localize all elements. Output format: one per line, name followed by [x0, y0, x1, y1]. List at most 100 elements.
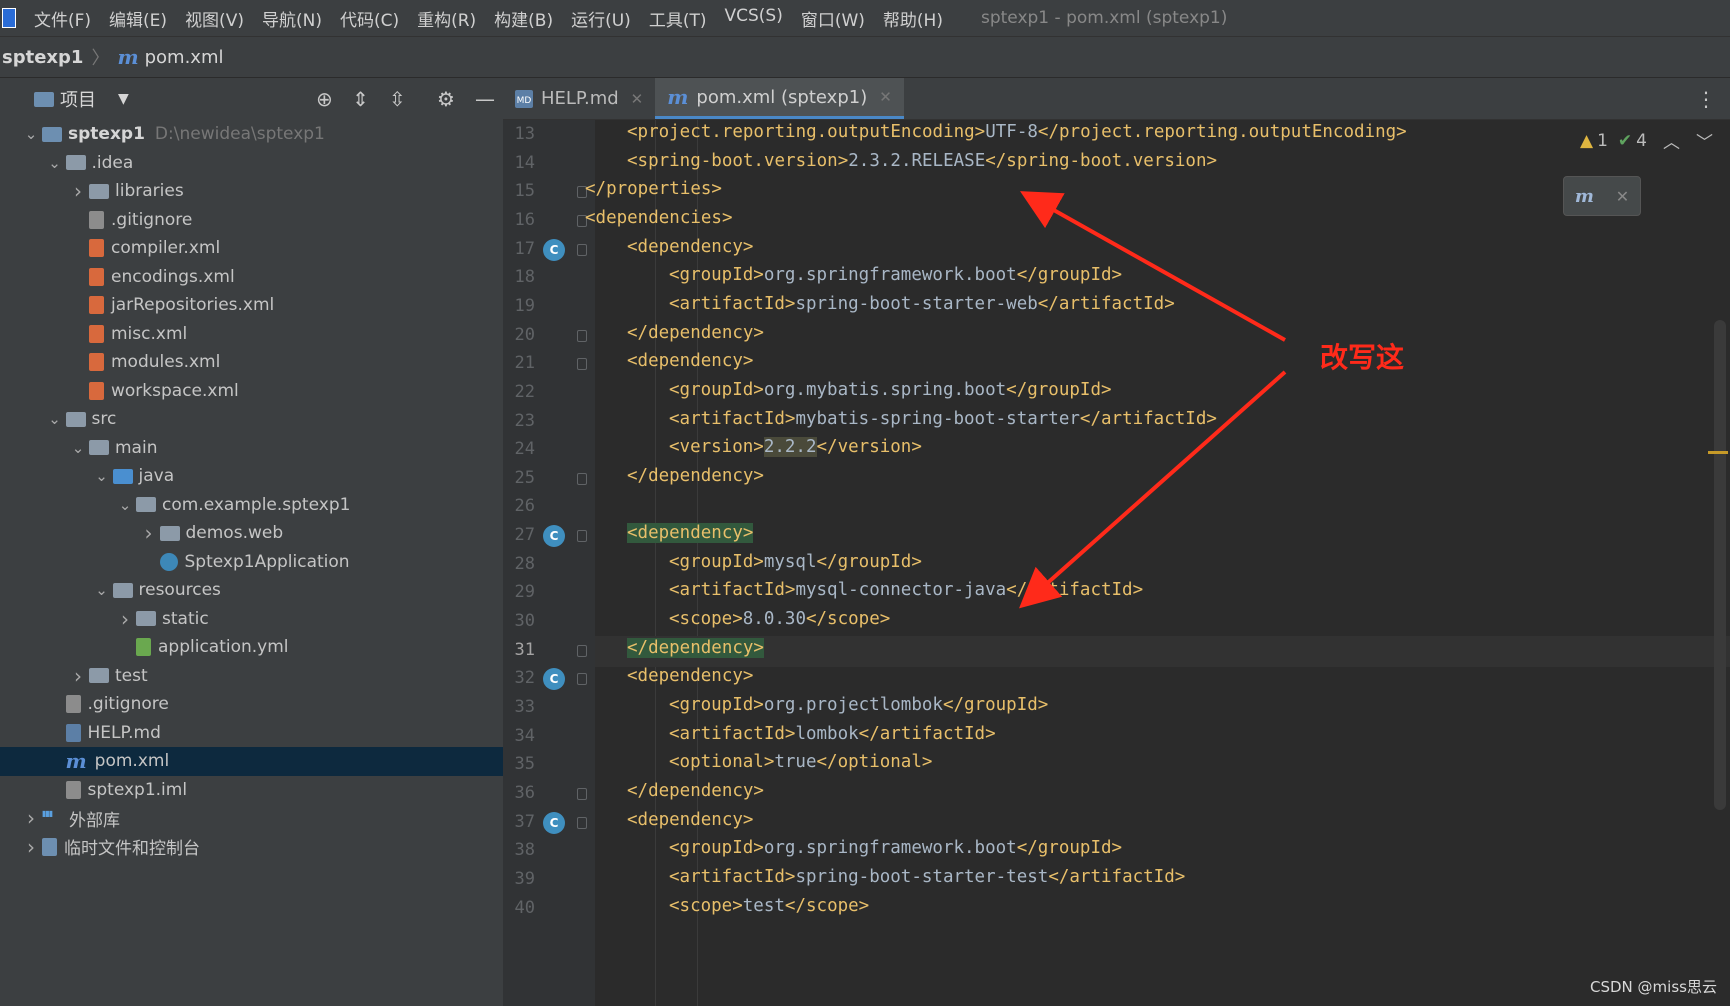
code-line[interactable]: <artifactId>lombok</artifactId> — [669, 724, 996, 755]
tree-item[interactable]: ⌄ sptexp1 D:\newidea\sptexp1 — [0, 120, 503, 149]
chevron-down-icon[interactable]: ⌄ — [44, 154, 66, 172]
code-line[interactable]: </dependency> — [627, 323, 764, 354]
code-area[interactable]: <project.reporting.outputEncoding>UTF-8<… — [585, 120, 1705, 1006]
chevron-right-icon[interactable]: › — [20, 835, 42, 859]
previous-highlight-icon[interactable]: ︿ — [1663, 128, 1680, 153]
code-line[interactable]: <dependency> — [627, 810, 753, 841]
code-line[interactable]: <optional>true</optional> — [669, 752, 932, 783]
chevron-right-icon[interactable]: › — [20, 806, 42, 830]
chevron-down-icon[interactable]: ▼ — [118, 91, 129, 107]
chevron-down-icon[interactable]: ⌄ — [114, 496, 136, 514]
next-highlight-icon[interactable]: ﹀ — [1696, 128, 1713, 153]
project-view-selector[interactable]: 项目 ▼ — [34, 86, 129, 112]
tree-item[interactable]: ⌄ main — [0, 434, 503, 463]
expand-all-icon[interactable]: ⇕ — [352, 87, 369, 111]
menu-item[interactable]: 窗口(W) — [801, 6, 865, 31]
tree-item[interactable]: › ▮▮▮ 外部库 — [0, 804, 503, 833]
tree-item[interactable]: HELP.md — [0, 719, 503, 748]
menu-item[interactable]: 视图(V) — [185, 6, 244, 31]
menu-item[interactable]: 运行(U) — [571, 6, 631, 31]
chevron-down-icon[interactable]: ⌄ — [44, 410, 66, 428]
code-line[interactable]: <dependency> — [627, 351, 753, 382]
chevron-down-icon[interactable]: ⌄ — [67, 439, 89, 457]
tree-item[interactable]: misc.xml — [0, 320, 503, 349]
code-line[interactable]: </dependency> — [627, 781, 764, 812]
dependency-update-icon[interactable]: C — [543, 811, 565, 834]
tree-item[interactable]: › 临时文件和控制台 — [0, 833, 503, 862]
tree-item[interactable]: Sptexp1Application — [0, 548, 503, 577]
fold-marker-icon[interactable] — [577, 787, 587, 800]
dependency-update-icon[interactable]: C — [543, 238, 565, 261]
menu-item[interactable]: 导航(N) — [262, 6, 322, 31]
code-line[interactable]: <dependency> — [627, 237, 753, 268]
locate-icon[interactable]: ⊕ — [316, 87, 333, 111]
menu-item[interactable]: VCS(S) — [724, 6, 782, 31]
tree-item[interactable]: › static — [0, 605, 503, 634]
code-line[interactable]: <artifactId>spring-boot-starter-web</art… — [669, 294, 1175, 325]
code-line[interactable]: <artifactId>mysql-connector-java</artifa… — [669, 580, 1143, 611]
code-line[interactable]: <dependency> — [627, 523, 754, 554]
fold-marker-icon[interactable] — [577, 673, 587, 686]
tree-item[interactable]: encodings.xml — [0, 263, 503, 292]
code-line[interactable]: <artifactId>mybatis-spring-boot-starter<… — [669, 409, 1217, 440]
menu-item[interactable]: 文件(F) — [34, 6, 91, 31]
fold-marker-icon[interactable] — [577, 358, 587, 371]
tree-item[interactable]: ⌄ .idea — [0, 149, 503, 178]
fold-marker-icon[interactable] — [577, 816, 587, 829]
dependency-update-icon[interactable]: C — [543, 525, 565, 548]
menu-item[interactable]: 工具(T) — [649, 6, 707, 31]
chevron-right-icon[interactable]: › — [114, 607, 136, 631]
code-line[interactable]: <groupId>mysql</groupId> — [669, 552, 922, 583]
tree-item[interactable]: ⌄ src — [0, 405, 503, 434]
tree-item[interactable]: modules.xml — [0, 348, 503, 377]
code-editor[interactable]: 13 14 15 16 17 C 18 19 20 21 22 23 24 25 26 27 C 28 29 30 31… — [503, 120, 1730, 1006]
code-line[interactable]: <scope>test</scope> — [669, 896, 869, 927]
code-line[interactable]: <artifactId>spring-boot-starter-test</ar… — [669, 867, 1185, 898]
chevron-right-icon[interactable]: › — [67, 664, 89, 688]
close-icon[interactable]: ✕ — [1616, 187, 1629, 206]
chevron-right-icon[interactable]: › — [67, 179, 89, 203]
tree-item[interactable]: › demos.web — [0, 519, 503, 548]
code-line[interactable]: <project.reporting.outputEncoding>UTF-8<… — [627, 122, 1407, 153]
code-line[interactable]: <groupId>org.projectlombok</groupId> — [669, 695, 1048, 726]
breadcrumb-project[interactable]: sptexp1 — [2, 47, 83, 68]
gear-icon[interactable]: ⚙ — [437, 87, 455, 111]
code-line[interactable]: <version>2.2.2</version> — [669, 437, 922, 468]
breadcrumb-file[interactable]: pom.xml — [145, 47, 224, 68]
tree-item[interactable]: compiler.xml — [0, 234, 503, 263]
code-line[interactable]: <dependency> — [627, 666, 753, 697]
tab-pom-xml[interactable]: m pom.xml (sptexp1) ✕ — [655, 78, 904, 119]
tree-item[interactable]: ⌄ com.example.sptexp1 — [0, 491, 503, 520]
tree-item[interactable]: ⌄ resources — [0, 576, 503, 605]
editor-scrollbar[interactable] — [1714, 320, 1726, 810]
more-options-icon[interactable]: ⋮ — [1696, 87, 1716, 111]
code-line[interactable]: <scope>8.0.30</scope> — [669, 609, 890, 640]
code-line[interactable]: <groupId>org.springframework.boot</group… — [669, 265, 1122, 296]
code-line[interactable]: <groupId>org.springframework.boot</group… — [669, 838, 1122, 869]
tab-help-md[interactable]: MD HELP.md ✕ — [503, 78, 655, 119]
fold-marker-icon[interactable] — [577, 530, 587, 543]
maven-reload-popup[interactable]: m ✕ — [1563, 176, 1641, 216]
tree-item[interactable]: .gitignore — [0, 690, 503, 719]
menu-item[interactable]: 编辑(E) — [109, 6, 167, 31]
tree-item[interactable]: › libraries — [0, 177, 503, 206]
chevron-down-icon[interactable]: ⌄ — [91, 581, 113, 599]
code-line[interactable]: <groupId>org.mybatis.spring.boot</groupI… — [669, 380, 1112, 411]
close-icon[interactable]: ✕ — [631, 90, 644, 108]
dependency-update-icon[interactable]: C — [543, 668, 565, 691]
code-line[interactable]: </dependency> — [627, 466, 764, 497]
tree-item[interactable]: workspace.xml — [0, 377, 503, 406]
tree-item[interactable]: ⌄ java — [0, 462, 503, 491]
maven-reload-icon[interactable]: m — [1575, 186, 1594, 207]
chevron-down-icon[interactable]: ⌄ — [20, 125, 42, 143]
collapse-all-icon[interactable]: ⇳ — [389, 87, 406, 111]
tree-item[interactable]: .gitignore — [0, 206, 503, 235]
tree-item[interactable]: jarRepositories.xml — [0, 291, 503, 320]
close-icon[interactable]: ✕ — [879, 88, 892, 106]
minimize-icon[interactable]: — — [475, 87, 495, 111]
code-line[interactable]: <spring-boot.version>2.3.2.RELEASE</spri… — [627, 151, 1217, 182]
fold-marker-icon[interactable] — [577, 243, 587, 256]
menu-item[interactable]: 帮助(H) — [883, 6, 943, 31]
tree-item[interactable]: application.yml — [0, 633, 503, 662]
menu-item[interactable]: 构建(B) — [494, 6, 553, 31]
